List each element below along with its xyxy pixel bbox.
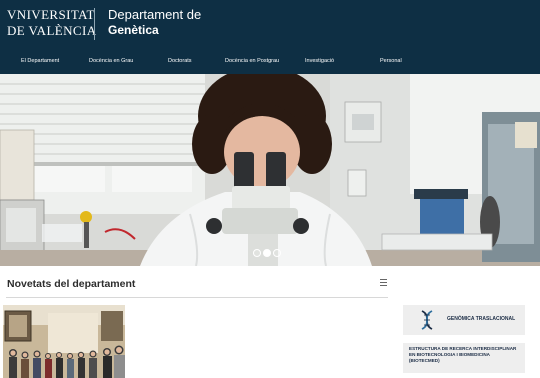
biotecmed-label: ESTRUCTURA DE RECERCA INTERDISCIPLINAR E… — [409, 346, 517, 363]
biotecmed-card[interactable]: ESTRUCTURA DE RECERCA INTERDISCIPLINAR E… — [403, 343, 525, 373]
department-title-line-2: Genètica — [108, 23, 159, 38]
nav-item-personal[interactable]: Personal — [380, 58, 402, 64]
news-photo[interactable] — [3, 305, 125, 378]
section-divider — [6, 297, 388, 298]
logo-line-2: DE VALÈNCIA — [7, 23, 97, 38]
dna-helix-icon — [421, 310, 433, 330]
nav-item-el-departament[interactable]: El Departament — [21, 58, 59, 64]
university-logo[interactable]: VNIVERSITAT DE VALÈNCIA — [7, 8, 97, 37]
news-section-title: Novetats del departament — [7, 278, 136, 290]
nav-item-docencia-postgrau[interactable]: Docència en Postgrau — [225, 58, 279, 64]
nav-item-docencia-grau[interactable]: Docència en Grau — [89, 58, 133, 64]
genomica-traslacional-label: GENÒMICA TRASLACIONAL — [447, 316, 516, 322]
nav-item-doctorats[interactable]: Doctorats — [168, 58, 192, 64]
main-nav: El Departament Docència en Grau Doctorat… — [0, 58, 540, 72]
logo-separator — [94, 8, 95, 40]
genomica-traslacional-card[interactable]: GENÒMICA TRASLACIONAL — [403, 305, 525, 335]
hamburger-menu-icon[interactable] — [380, 279, 387, 286]
laboratory-photo — [0, 74, 540, 266]
hero-carousel-image[interactable] — [0, 74, 540, 266]
department-title[interactable]: Departament de Genètica — [108, 7, 202, 38]
department-title-line-1: Departament de — [108, 7, 202, 22]
site-header: VNIVERSITAT DE VALÈNCIA Departament de G… — [0, 0, 540, 74]
carousel-dot-1[interactable] — [253, 249, 261, 257]
carousel-dot-2[interactable] — [263, 249, 271, 257]
group-photo-image — [3, 305, 125, 378]
nav-item-investigacio[interactable]: Investigació — [305, 58, 334, 64]
logo-line-1: VNIVERSITAT — [7, 7, 95, 22]
carousel-dot-3[interactable] — [273, 249, 281, 257]
